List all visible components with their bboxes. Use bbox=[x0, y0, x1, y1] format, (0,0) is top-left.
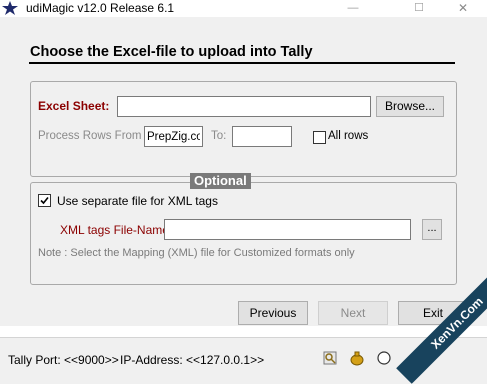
ip-address-status: IP-Address: <<127.0.0.1>> bbox=[120, 353, 265, 367]
maximize-button[interactable]: ☐ bbox=[397, 0, 441, 17]
page-title: Choose the Excel-file to upload into Tal… bbox=[30, 44, 313, 60]
minimize-button[interactable]: — bbox=[331, 0, 375, 17]
close-button[interactable]: ✕ bbox=[441, 0, 485, 17]
browse-button[interactable]: Browse... bbox=[376, 96, 444, 117]
all-rows-label: All rows bbox=[328, 130, 369, 142]
title-bar: udiMagic v12.0 Release 6.1 — ☐ ✕ bbox=[0, 0, 487, 17]
money-bag-icon[interactable] bbox=[349, 350, 365, 366]
window-title: udiMagic v12.0 Release 6.1 bbox=[26, 1, 175, 15]
xml-browse-button[interactable]: ... bbox=[422, 219, 442, 240]
optional-legend: Optional bbox=[190, 173, 251, 189]
excel-sheet-input[interactable] bbox=[117, 96, 371, 117]
title-underline bbox=[29, 62, 455, 64]
check-mark-icon bbox=[40, 196, 49, 205]
tally-port-status: Tally Port: <<9000>> bbox=[8, 353, 119, 367]
background-grid-peek bbox=[0, 326, 487, 337]
radio-circle-icon[interactable] bbox=[376, 350, 392, 366]
app-star-icon bbox=[2, 1, 18, 15]
xml-file-name-label: XML tags File-Name: bbox=[60, 223, 173, 237]
wizard-panel: Choose the Excel-file to upload into Tal… bbox=[0, 17, 487, 326]
separate-file-label: Use separate file for XML tags bbox=[57, 194, 218, 208]
rows-to-input[interactable] bbox=[232, 126, 292, 147]
rows-from-input[interactable] bbox=[144, 126, 203, 147]
mapping-note: Note : Select the Mapping (XML) file for… bbox=[38, 247, 355, 259]
to-label: To: bbox=[211, 130, 227, 142]
key-icon[interactable] bbox=[323, 350, 339, 366]
separate-file-checkbox[interactable] bbox=[38, 194, 51, 207]
process-rows-label: Process Rows From : bbox=[38, 130, 148, 142]
excel-sheet-label: Excel Sheet: bbox=[38, 99, 110, 113]
previous-button[interactable]: Previous bbox=[238, 301, 308, 325]
next-button[interactable]: Next bbox=[318, 301, 388, 325]
xml-file-name-input[interactable] bbox=[164, 219, 411, 240]
all-rows-checkbox[interactable] bbox=[313, 131, 326, 144]
